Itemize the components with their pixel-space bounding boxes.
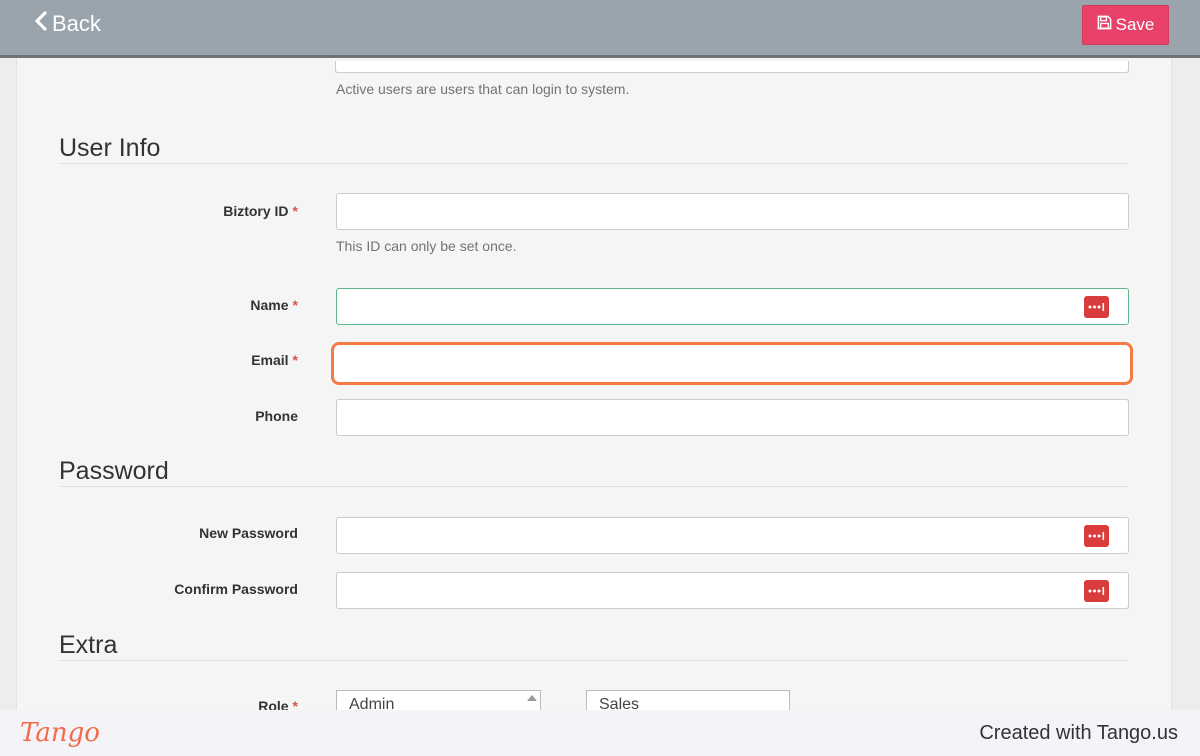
password-manager-icon[interactable] xyxy=(1084,525,1109,547)
role-selected-list[interactable]: Sales xyxy=(586,690,790,710)
save-label: Save xyxy=(1115,15,1155,34)
required-marker: * xyxy=(292,352,298,368)
section-extra: Extra xyxy=(59,631,1128,661)
confirm-password-label: Confirm Password xyxy=(174,581,298,597)
password-manager-icon[interactable] xyxy=(1084,580,1109,602)
role-option-admin[interactable]: Admin xyxy=(349,696,394,710)
phone-input[interactable] xyxy=(336,399,1129,436)
scroll-up-arrow-icon[interactable] xyxy=(527,695,537,701)
confirm-password-input[interactable] xyxy=(336,572,1129,609)
chevron-left-icon xyxy=(34,11,48,37)
new-password-label: New Password xyxy=(199,525,298,541)
role-option-sales[interactable]: Sales xyxy=(599,696,639,710)
biztory-id-help: This ID can only be set once. xyxy=(336,238,517,254)
top-bar: Back Save xyxy=(0,0,1200,58)
required-marker: * xyxy=(292,297,298,313)
email-label: Email * xyxy=(251,352,298,368)
activate-user-select[interactable] xyxy=(335,61,1129,73)
back-label: Back xyxy=(52,11,101,36)
biztory-id-input[interactable] xyxy=(336,193,1129,230)
tango-logo: Tango xyxy=(20,718,100,748)
back-button[interactable]: Back xyxy=(34,11,101,37)
new-password-input[interactable] xyxy=(336,517,1129,554)
save-button[interactable]: Save xyxy=(1082,5,1169,45)
tango-footer: Tango Created with Tango.us xyxy=(0,710,1200,756)
phone-label: Phone xyxy=(255,408,298,424)
email-input[interactable] xyxy=(331,342,1133,385)
biztory-id-label: Biztory ID * xyxy=(223,203,298,219)
required-marker: * xyxy=(292,203,298,219)
floppy-disk-icon xyxy=(1097,15,1112,35)
activate-user-help: Active users are users that can login to… xyxy=(336,81,630,97)
section-password: Password xyxy=(59,457,1128,487)
password-manager-icon[interactable] xyxy=(1084,296,1109,318)
role-available-list[interactable]: Admin xyxy=(336,690,541,710)
section-user-info: User Info xyxy=(59,134,1128,164)
name-label: Name * xyxy=(250,297,298,313)
name-input[interactable] xyxy=(336,288,1129,325)
tango-credit: Created with Tango.us xyxy=(979,722,1178,744)
